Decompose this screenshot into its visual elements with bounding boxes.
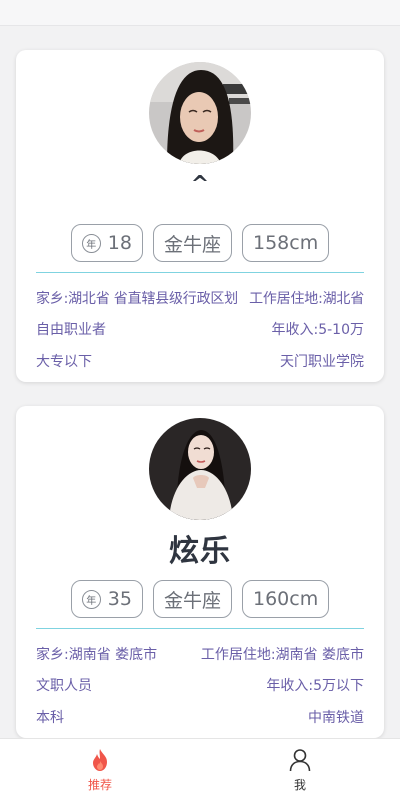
tab-label: 我	[293, 778, 306, 792]
age-value: 18	[107, 232, 132, 254]
avatar[interactable]	[149, 418, 251, 520]
income-text: 年收入:5万以下	[266, 678, 364, 694]
location-row: 家乡:湖北省 省直辖县级行政区划 工作居住地:湖北省	[36, 288, 364, 308]
hometown-text: 家乡:湖北省 省直辖县级行政区划	[36, 291, 238, 307]
education-text: 本科	[36, 710, 64, 726]
age-tag: 年 35	[70, 580, 143, 618]
recommendation-feed[interactable]: ^ 年 18 金牛座 158cm 家乡:湖北省 省直辖县级行政区划 工作居住地:…	[0, 26, 400, 738]
hometown-text: 家乡:湖南省 娄底市	[36, 647, 158, 663]
status-bar-area	[0, 0, 400, 26]
height-tag: 158cm	[241, 224, 330, 262]
divider	[36, 628, 364, 629]
income-text: 年收入:5-10万	[271, 322, 365, 338]
occupation-text: 文职人员	[36, 678, 92, 694]
tab-recommend[interactable]: 推荐	[0, 739, 200, 800]
tag-row: 年 35 金牛座 160cm	[16, 580, 384, 618]
profile-card[interactable]: 炫乐 年 35 金牛座 160cm 家乡:湖南省 娄底市 工作居住地:湖南省 娄…	[16, 406, 384, 738]
work-row: 自由职业者 年收入:5-10万	[36, 319, 364, 339]
person-icon	[289, 749, 311, 772]
tab-label: 推荐	[87, 778, 112, 792]
tag-row: 年 18 金牛座 158cm	[16, 224, 384, 262]
flame-icon	[93, 749, 107, 771]
age-icon: 年	[81, 233, 101, 253]
divider	[36, 272, 364, 273]
residence-text: 工作居住地:湖北省	[249, 291, 364, 307]
zodiac-tag: 金牛座	[152, 580, 232, 618]
work-row: 文职人员 年收入:5万以下	[36, 675, 364, 695]
occupation-text: 自由职业者	[36, 322, 106, 338]
residence-text: 工作居住地:湖南省 娄底市	[200, 647, 364, 663]
avatar[interactable]	[149, 62, 251, 164]
education-row: 本科 中南铁道	[36, 707, 364, 727]
bottom-tab-bar: 推荐 我	[0, 738, 400, 800]
avatar-photo	[149, 418, 251, 520]
age-value: 35	[107, 588, 132, 610]
tab-me[interactable]: 我	[200, 739, 400, 800]
school-text: 中南铁道	[308, 710, 364, 726]
age-tag: 年 18	[70, 224, 143, 262]
nickname: 炫乐	[169, 534, 231, 569]
profile-card[interactable]: ^ 年 18 金牛座 158cm 家乡:湖北省 省直辖县级行政区划 工作居住地:…	[16, 50, 384, 382]
education-text: 大专以下	[36, 354, 92, 370]
avatar-photo	[149, 62, 251, 164]
age-icon: 年	[81, 589, 101, 609]
height-tag: 160cm	[241, 580, 330, 618]
zodiac-tag: 金牛座	[152, 224, 232, 262]
education-row: 大专以下 天门职业学院	[36, 351, 364, 371]
school-text: 天门职业学院	[280, 354, 364, 370]
nickname: ^	[190, 172, 210, 197]
location-row: 家乡:湖南省 娄底市 工作居住地:湖南省 娄底市	[36, 644, 364, 664]
